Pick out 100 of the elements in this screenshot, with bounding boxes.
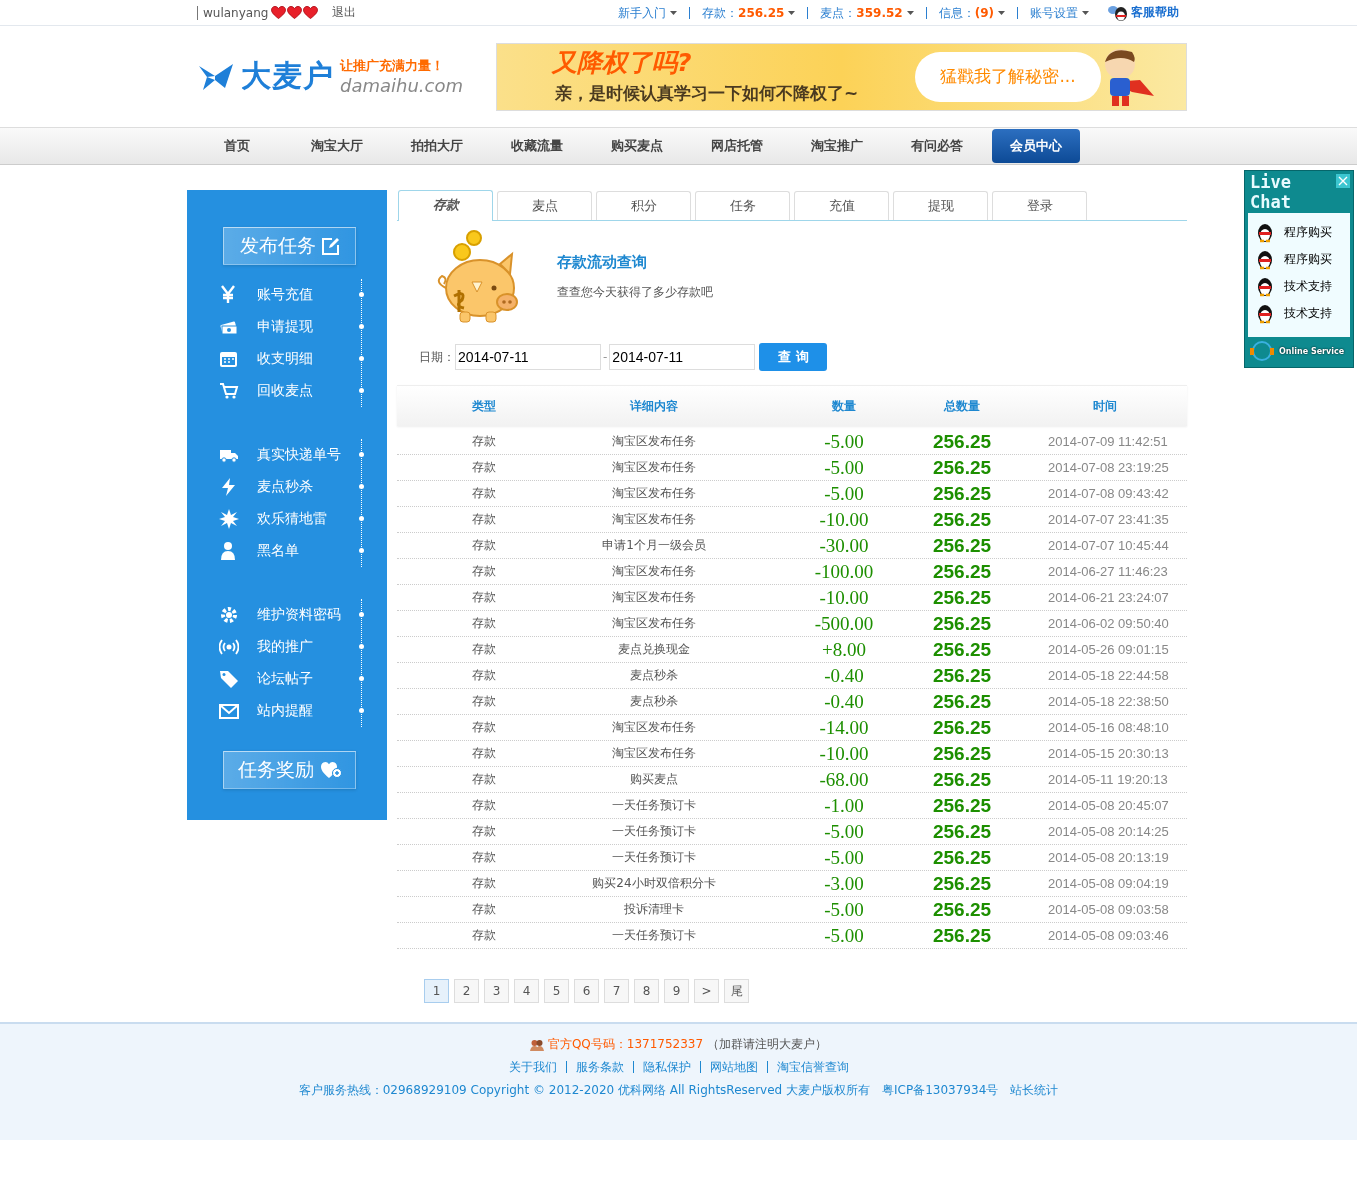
footer-link[interactable]: 隐私保护 [632,1061,700,1073]
nav-tab[interactable]: 拍拍大厅 [387,129,487,163]
table-cell-text: 淘宝区发布任务 [611,511,697,528]
nav-tab[interactable]: 会员中心 [992,129,1080,163]
heart-icon [319,761,342,779]
footer-link[interactable]: 关于我们 [499,1061,566,1073]
table-cell-text: 存款 [471,771,497,788]
section-description: 查查您今天获得了多少存款吧 [557,284,713,301]
logout-link[interactable]: 退出 [332,4,357,21]
table-cell-text: -5.00 [823,898,865,921]
page-button[interactable]: 9 [664,979,689,1003]
table-cell-text: 淘宝区发布任务 [611,745,697,762]
page-button[interactable]: 5 [544,979,569,1003]
copyright-text: 客户服务热线：02968929109 Copyright © 2012-2020 优科网络 All RightsReserved 大麦户版权所有 [298,1082,871,1099]
footer-link[interactable]: 服务条款 [565,1061,633,1073]
footer-link[interactable]: 网站地图 [699,1061,767,1073]
table-cell-text: 256.25 [931,768,993,791]
date-to-field[interactable]: 2014-07-11 [609,344,756,370]
chat-contact[interactable]: 技术支持 [1248,273,1350,300]
table-cell-text: 一天任务预订卡 [611,797,697,814]
page-button[interactable]: 7 [604,979,629,1003]
nav-tab[interactable]: 购买麦点 [587,129,687,163]
table-cell-text: 一天任务预订卡 [611,849,697,866]
tab[interactable]: 麦点 [497,191,592,220]
table-cell-text: 存款 [471,485,497,502]
balance-link[interactable]: 信息：(9) [925,6,1017,19]
date-from-field[interactable]: 2014-07-11 [455,344,601,370]
nav-tab[interactable]: 首页 [187,129,287,163]
balance-link[interactable]: 存款：256.25 [689,6,808,19]
date-label: 日期： [419,348,455,366]
username[interactable]: wulanyang [197,5,269,20]
table-cell-text: 存款 [471,563,497,580]
broadcast-icon [219,637,239,657]
nav-tab[interactable]: 网店托管 [687,129,787,163]
logo-text[interactable]: 大麦户 [241,56,334,97]
nav-tab[interactable]: 有问必答 [887,129,987,163]
table-cell-text: 申请1个月一级会员 [601,537,707,554]
calendar-icon [219,349,239,369]
page-button[interactable]: 尾 [724,979,749,1003]
menu-link[interactable]: 新手入门 [606,6,690,19]
table-cell-text: 淘宝区发布任务 [611,433,697,450]
stats-link[interactable]: 站长统计 [1010,1082,1059,1099]
table-cell-text: 淘宝区发布任务 [611,459,697,476]
domain-text: damaihu.com [340,75,463,96]
table-cell-text: 麦点秒杀 [629,693,679,710]
table-cell-text: -500.00 [813,612,875,635]
page-button[interactable]: > [694,979,719,1003]
table-cell-text: -0.40 [823,664,865,687]
menu-link[interactable]: 账号设置 [1017,6,1101,19]
page-button[interactable]: 2 [454,979,479,1003]
page-button[interactable]: 6 [574,979,599,1003]
icp-link[interactable]: 粤ICP备13037934号 [882,1082,999,1099]
table-cell-text: 2014-05-08 09:03:58 [1047,902,1170,917]
mail-icon [219,701,239,721]
table-cell-text: 2014-05-15 20:30:13 [1047,746,1170,761]
table-cell-text: 存款 [471,667,497,684]
page-button[interactable]: 3 [484,979,509,1003]
chat-contact[interactable]: 程序购买 [1248,246,1350,273]
tab[interactable]: 充值 [794,191,889,220]
tab[interactable]: 提现 [893,191,988,220]
table-cell-text: 256.25 [931,794,993,817]
nav-tab[interactable]: 淘宝推广 [787,129,887,163]
column-header: 总数量 [942,397,981,415]
help-link[interactable]: 客服帮助 [1107,4,1179,21]
table-cell-text: 2014-05-16 08:48:10 [1047,720,1170,735]
table-cell-text: 购买24小时双倍积分卡 [591,875,717,892]
table-cell-text: 256.25 [931,846,993,869]
tab[interactable]: 登录 [992,191,1087,220]
table-cell-text: -0.40 [823,690,865,713]
chat-contact[interactable]: 技术支持 [1248,300,1350,327]
tab[interactable]: 积分 [596,191,691,220]
chat-contact[interactable]: 程序购买 [1248,219,1350,246]
balance-link[interactable]: 麦点：359.52 [807,6,926,19]
speech-bubble: 猛戳我了解秘密... [915,51,1101,102]
tab[interactable]: 任务 [695,191,790,220]
page-button[interactable]: 4 [514,979,539,1003]
tab[interactable]: 存款 [398,190,493,221]
table-cell-text: 投诉清理卡 [623,901,685,918]
banner-title: 又降权了吗? [552,46,692,79]
table-cell-text: 2014-07-07 23:41:35 [1047,512,1170,527]
table-cell-text: -1.00 [823,794,865,817]
page-button[interactable]: 1 [424,979,449,1003]
table-cell-text: -5.00 [823,456,865,479]
footer-link[interactable]: 淘宝信誉查询 [766,1061,858,1073]
banner-ad[interactable]: 又降权了吗? 亲，是时候认真学习一下如何不降权了~ 猛戳我了解秘密... [496,42,1187,111]
table-cell-text: 256.25 [931,508,993,531]
tag-icon [219,669,239,689]
table-cell-text: 256.25 [931,820,993,843]
nav-tab[interactable]: 收藏流量 [487,129,587,163]
table-cell-text: 存款 [471,589,497,606]
table-cell-text: 2014-07-08 23:19:25 [1047,460,1170,475]
page-button[interactable]: 8 [634,979,659,1003]
penguin-icon [1256,303,1274,324]
nav-tab[interactable]: 淘宝大厅 [287,129,387,163]
table-cell-text: 淘宝区发布任务 [611,563,697,580]
table-cell-text: 256.25 [931,664,993,687]
close-icon[interactable] [1336,174,1350,188]
table-cell-text: -68.00 [818,768,870,791]
table-cell-text: 256.25 [931,586,993,609]
table-cell-text: 2014-07-09 11:42:51 [1047,434,1169,449]
